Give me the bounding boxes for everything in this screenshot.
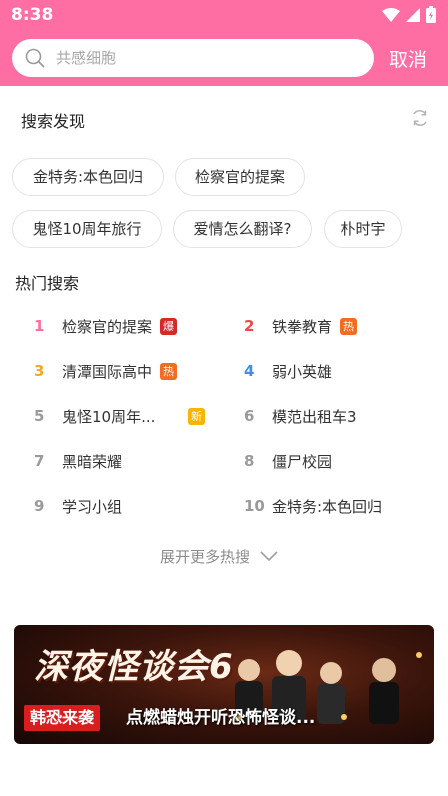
hot-tag-badge: 热 [160,362,178,380]
hot-rank: 10 [244,497,265,515]
hot-title: 黑暗荣耀 [62,452,123,471]
hot-tag-badge: 热 [340,317,358,335]
hot-title: 清潭国际高中 [62,362,153,381]
hot-title: 鬼怪10周年... [62,407,156,426]
banner-title: 深夜怪谈会6 [34,647,234,687]
hot-rank: 1 [34,317,45,335]
status-time: 8:38 [11,5,54,25]
hot-rank: 3 [34,362,45,380]
hot-search-item[interactable]: 10 金特务:本色回归 [238,491,382,521]
search-icon [25,48,45,72]
signal-icon [406,7,420,22]
discover-chip[interactable]: 鬼怪10周年旅行 [12,210,162,248]
battery-icon [426,6,436,23]
banner-tag: 韩恐来袭 [24,705,101,731]
hot-title: 弱小英雄 [272,362,333,381]
hot-title: 金特务:本色回归 [272,497,383,516]
banner-subtitle: 点燃蜡烛开听恐怖怪谈... [126,708,316,728]
status-bar: 8:38 [0,0,448,30]
hot-rank: 8 [244,452,255,470]
expand-more-label: 展开更多热搜 [160,548,251,566]
hot-rank: 2 [244,317,255,335]
hot-title: 僵尸校园 [272,452,333,471]
hot-search-item[interactable]: 5 鬼怪10周年... 新 [28,401,205,431]
hot-title: 模范出租车3 [272,407,357,426]
hot-search-item[interactable]: 1 检察官的提案 爆 [28,311,178,341]
wifi-icon [382,7,400,22]
refresh-icon[interactable] [410,108,430,132]
hot-title: 检察官的提案 [62,317,153,336]
hot-search-item[interactable]: 3 清潭国际高中 热 [28,356,178,386]
discover-title: 搜索发现 [21,112,86,131]
hot-title: 铁拳教育 [272,317,333,336]
discover-chip[interactable]: 朴时宇 [324,210,402,248]
search-box[interactable] [12,39,374,77]
hot-rank: 9 [34,497,45,515]
hot-rank: 5 [34,407,45,425]
search-input[interactable] [56,39,361,77]
hot-search-item[interactable]: 4 弱小英雄 [238,356,332,386]
hot-search-item[interactable]: 8 僵尸校园 [238,446,332,476]
header: 8:38 取消 [0,0,448,86]
promo-banner[interactable]: 深夜怪谈会6 韩恐来袭 点燃蜡烛开听恐怖怪谈... [14,625,434,744]
hot-search-item[interactable]: 2 铁拳教育 热 [238,311,358,341]
hot-search-title: 热门搜索 [15,274,80,293]
hot-tag-badge: 爆 [160,317,178,335]
expand-more-button[interactable]: 展开更多热搜 [160,546,278,567]
hot-search-item[interactable]: 6 模范出租车3 [238,401,357,431]
hot-rank: 4 [244,362,255,380]
cancel-button[interactable]: 取消 [389,45,427,72]
discover-chip[interactable]: 金特务:本色回归 [12,158,164,196]
hot-rank: 6 [244,407,255,425]
hot-title: 学习小组 [62,497,123,516]
hot-search-item[interactable]: 9 学习小组 [28,491,122,521]
status-icons [382,6,436,23]
hot-rank: 7 [34,452,45,470]
hot-search-item[interactable]: 7 黑暗荣耀 [28,446,122,476]
discover-chip[interactable]: 检察官的提案 [175,158,305,196]
chevron-down-icon [260,548,278,566]
hot-tag-badge: 新 [188,407,205,425]
discover-chip[interactable]: 爱情怎么翻译? [173,210,312,248]
